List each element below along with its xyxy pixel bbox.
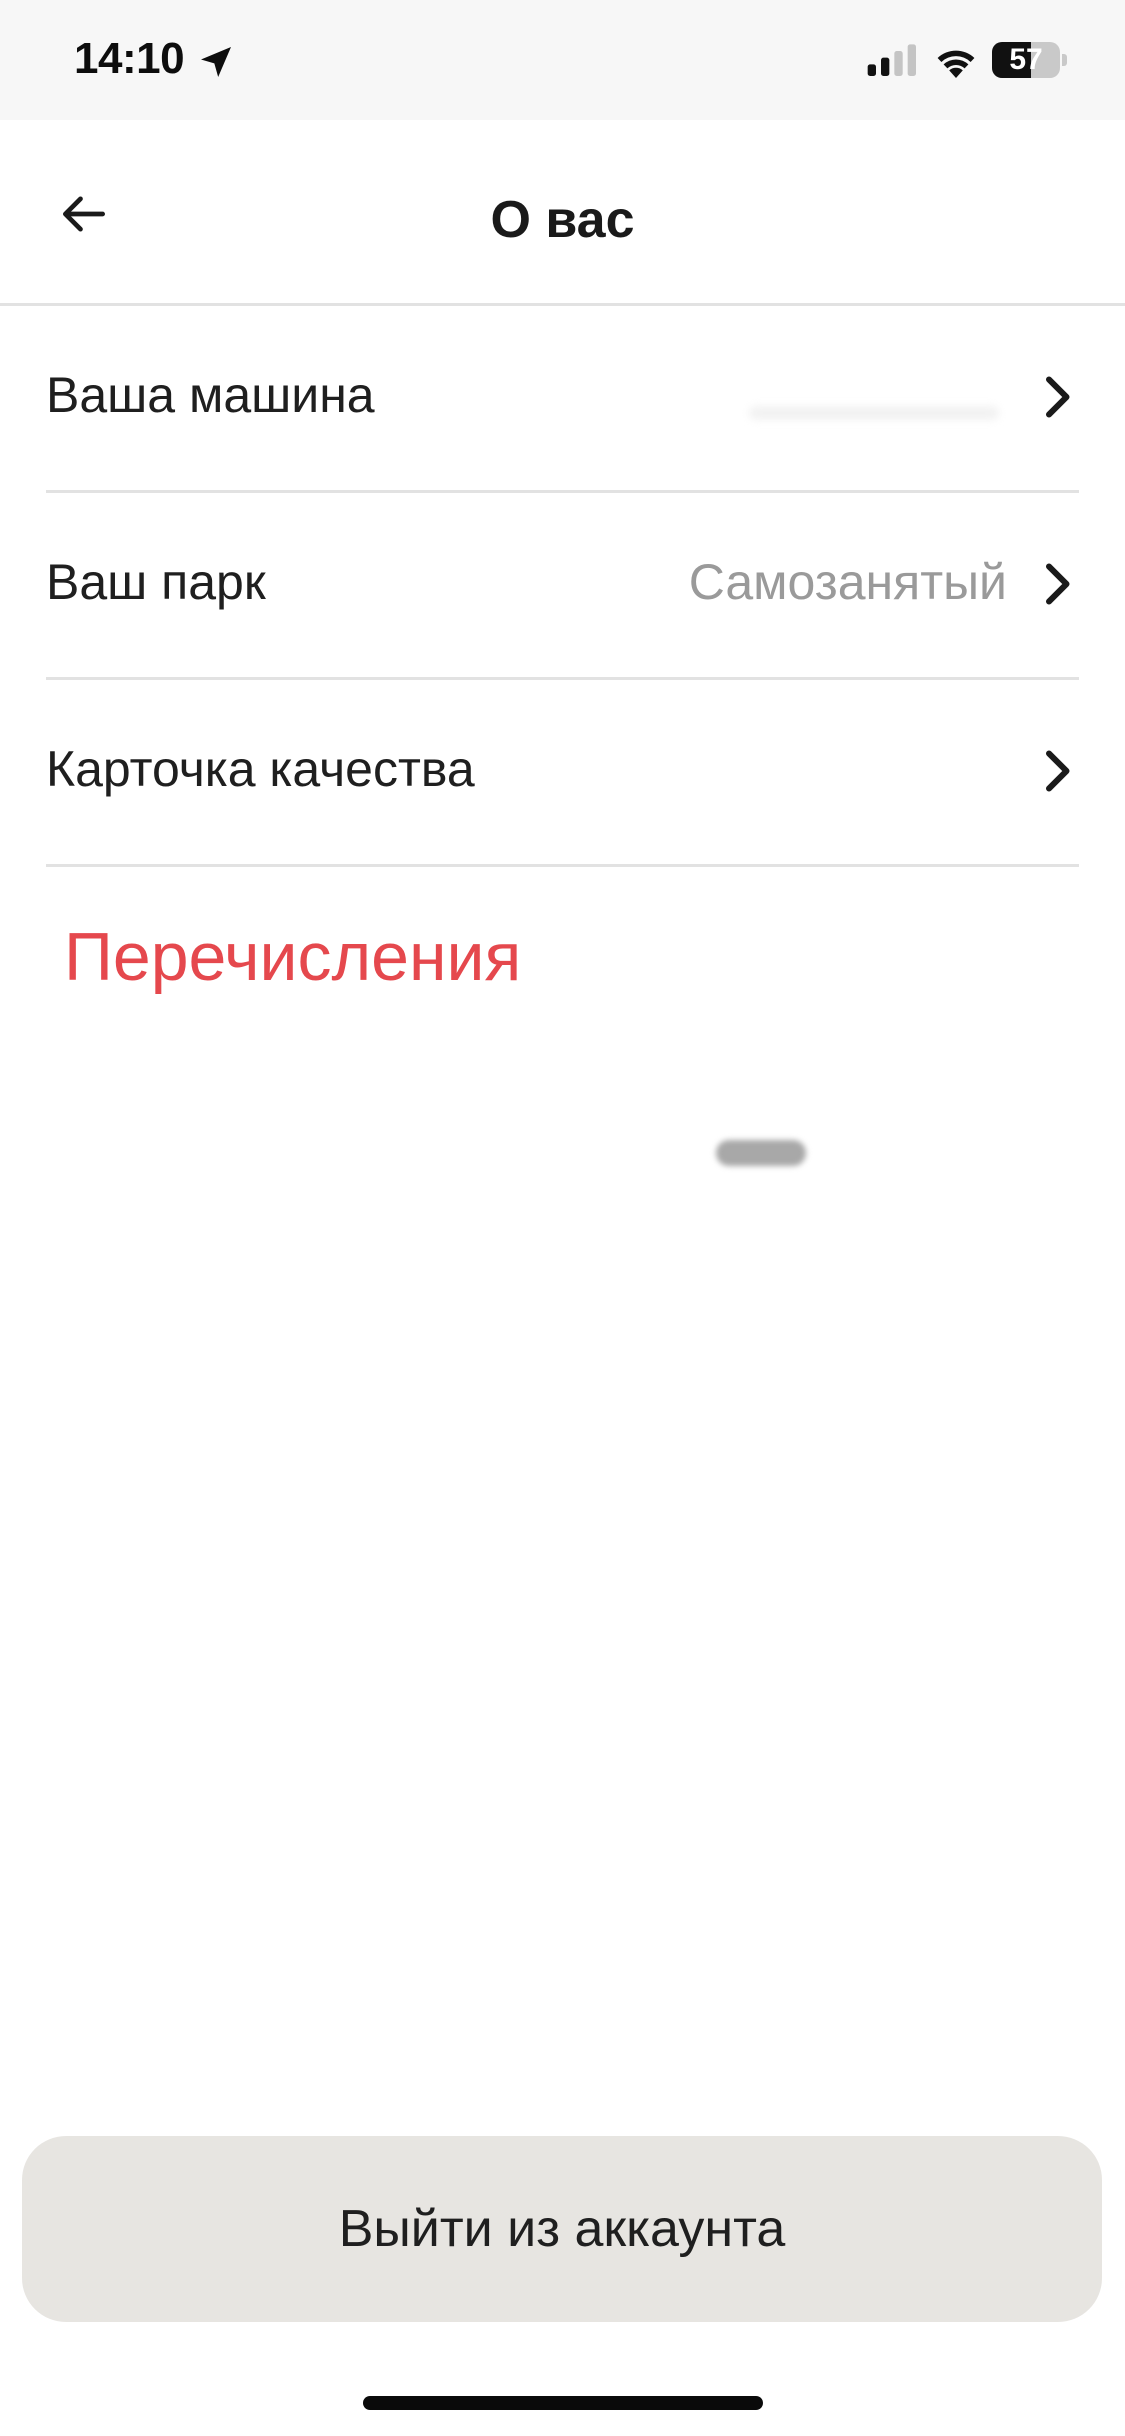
home-indicator [363, 2396, 763, 2410]
battery-level: 57 [1009, 43, 1043, 76]
menu-item-car[interactable]: Ваша машина [46, 306, 1079, 493]
chevron-right-icon [1046, 376, 1070, 418]
status-time: 14:10 [74, 34, 185, 83]
status-bar: 14:10 57 [0, 0, 1125, 120]
menu-item-park[interactable]: Ваш парк Самозанятый [46, 493, 1079, 680]
battery-body: 57 [992, 42, 1060, 78]
location-arrow-icon [201, 47, 231, 77]
navigation-header: О вас [0, 120, 1125, 306]
menu-item-label: Ваш парк [46, 554, 266, 610]
logout-button[interactable]: Выйти из аккаунта [22, 2136, 1102, 2322]
battery-icon: 57 [992, 42, 1068, 78]
about-screen: 14:10 57 О вас Ваша машина Ваш парк Само… [0, 0, 1125, 2436]
menu-item-quality-card[interactable]: Карточка качества [46, 680, 1079, 867]
chevron-right-icon [1046, 750, 1070, 792]
chevron-right-icon [1046, 563, 1070, 605]
payouts-link[interactable]: Перечисления [64, 918, 521, 996]
menu-item-label: Ваша машина [46, 367, 375, 423]
blurred-car-value [749, 406, 999, 420]
about-menu-list: Ваша машина Ваш парк Самозанятый Карточк… [0, 306, 1125, 867]
menu-item-value: Самозанятый [688, 554, 1007, 610]
menu-item-label: Карточка качества [46, 741, 475, 797]
blurred-content [716, 1140, 806, 1166]
cellular-signal-icon [867, 44, 916, 76]
page-title: О вас [490, 191, 635, 249]
battery-cap [1062, 54, 1067, 66]
wifi-icon [937, 50, 975, 78]
